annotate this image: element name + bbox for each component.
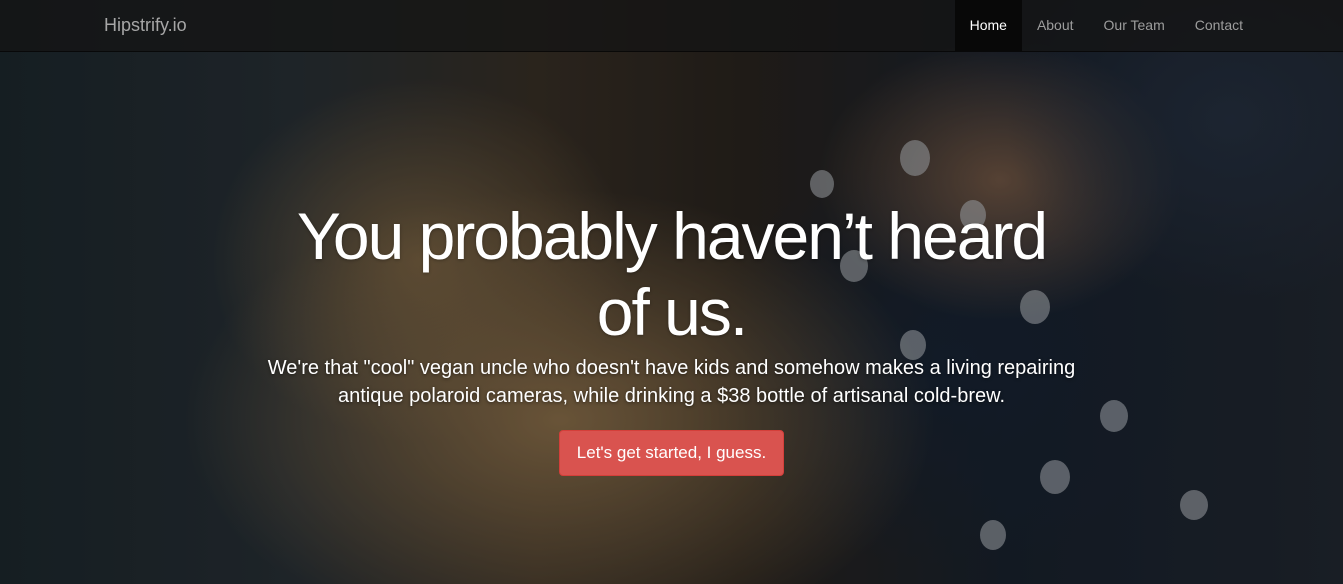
get-started-button[interactable]: Let's get started, I guess. bbox=[558, 430, 785, 476]
nav-menu: Home About Our Team Contact bbox=[954, 0, 1258, 51]
nav-item-about[interactable]: About bbox=[1022, 0, 1089, 51]
hero-headline: You probably haven’t heard of us. bbox=[296, 199, 1048, 349]
top-navbar: Hipstrify.io Home About Our Team Contact bbox=[0, 0, 1343, 52]
nav-item-contact[interactable]: Contact bbox=[1180, 0, 1258, 51]
brand-logo-link[interactable]: Hipstrify.io bbox=[104, 15, 187, 36]
nav-item-home[interactable]: Home bbox=[954, 0, 1022, 51]
nav-item-our-team[interactable]: Our Team bbox=[1089, 0, 1180, 51]
hero-subtext: We're that "cool" vegan uncle who doesn'… bbox=[267, 357, 1076, 407]
hero-section: Hipstrify.io Home About Our Team Contact… bbox=[0, 0, 1343, 584]
hero-content: You probably haven’t heard of us. We're … bbox=[0, 198, 1343, 476]
